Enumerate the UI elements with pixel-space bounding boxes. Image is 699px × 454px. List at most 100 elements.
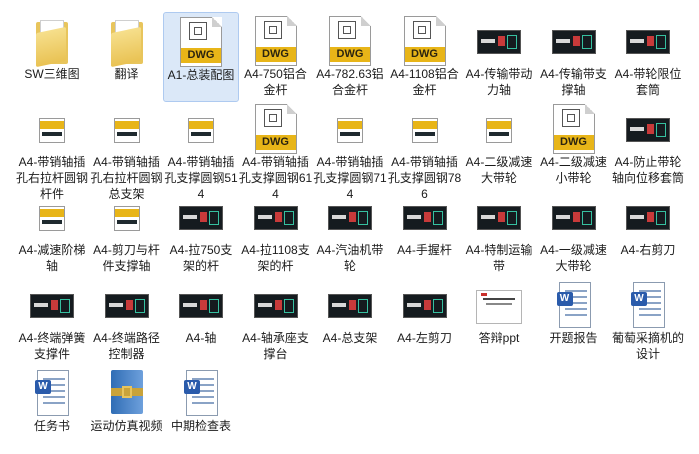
file-item[interactable]: DWG A4-1108铝合金杆	[387, 12, 463, 102]
dwg-badge: DWG	[181, 48, 221, 63]
file-item[interactable]: W 葡萄采摘机的设计	[610, 276, 686, 366]
file-label: A4-终端弹簧支撑件	[18, 331, 86, 361]
file-item[interactable]: W 中期检查表	[163, 364, 239, 454]
file-label: 翻译	[114, 67, 139, 81]
file-item[interactable]: A4-汽油机带轮	[312, 188, 388, 278]
file-item[interactable]: SW三维图	[14, 12, 90, 102]
file-item[interactable]: A4-带销轴插孔右拉杆圆钢总支架	[89, 100, 165, 201]
file-label: A4-782.63铝合金杆	[316, 67, 384, 97]
file-label: A4-拉1108支架的杆	[241, 243, 310, 273]
file-item[interactable]: A4-带轮限位套筒	[610, 12, 686, 102]
cad-thumbnail-icon	[477, 30, 521, 54]
cad-thumbnail-icon	[477, 206, 521, 230]
file-item[interactable]: DWG A1-总装配图	[163, 12, 239, 102]
cad-thumbnail-icon	[402, 206, 447, 230]
file-item[interactable]: DWG A4-750铝合金杆	[238, 12, 314, 102]
file-label: A4-传输带动力轴	[465, 67, 533, 97]
dwg-file-icon: DWG	[329, 16, 371, 66]
file-label: A4-右剪刀	[620, 243, 676, 257]
file-label: A4-总支架	[322, 331, 378, 345]
ppt-thumbnail-icon	[476, 290, 522, 324]
dwg-small-icon	[39, 206, 65, 231]
file-item[interactable]: A4-防止带轮轴向位移套筒	[610, 100, 686, 190]
file-item[interactable]: A4-左剪刀	[387, 276, 463, 366]
file-item[interactable]: DWG A4-带销轴插孔支撑圆钢614	[238, 100, 314, 201]
file-item[interactable]: W 开题报告	[536, 276, 612, 366]
word-doc-icon: W	[631, 282, 665, 328]
file-label: A4-左剪刀	[397, 331, 452, 345]
file-label: SW三维图	[24, 67, 80, 81]
file-label: 中期检查表	[170, 419, 231, 433]
cad-thumbnail-icon	[626, 30, 670, 54]
dwg-badge: DWG	[255, 135, 296, 150]
dwg-small-icon	[337, 118, 363, 143]
cad-thumbnail-icon	[626, 206, 670, 230]
file-item[interactable]: A4-终端弹簧支撑件	[14, 276, 90, 366]
file-item[interactable]: A4-轴承座支撑台	[238, 276, 314, 366]
cad-thumbnail-icon	[30, 294, 74, 318]
file-item[interactable]: A4-拉750支架的杆	[163, 188, 239, 278]
file-label: A4-终端路径控制器	[93, 331, 160, 361]
file-label: A4-轴	[185, 331, 217, 345]
file-label: A4-750铝合金杆	[244, 67, 307, 97]
file-item[interactable]: DWG A4-782.63铝合金杆	[312, 12, 388, 102]
file-label: A4-减速阶梯轴	[18, 243, 86, 273]
dwg-file-icon: DWG	[180, 17, 222, 67]
word-doc-icon: W	[35, 370, 69, 416]
file-item[interactable]: A4-右剪刀	[610, 188, 686, 278]
cad-thumbnail-icon	[402, 294, 447, 318]
cad-thumbnail-icon	[104, 294, 149, 318]
dwg-file-icon: DWG	[254, 16, 297, 66]
cad-thumbnail-icon	[179, 206, 223, 230]
file-label: A4-轴承座支撑台	[242, 331, 309, 361]
file-label: A4-二级减速大带轮	[465, 155, 533, 185]
file-label: A4-二级减速小带轮	[540, 155, 607, 185]
file-item[interactable]: A4-传输带动力轴	[461, 12, 537, 102]
file-label: A4-防止带轮轴向位移套筒	[611, 155, 684, 185]
file-item[interactable]: A4-轴	[163, 276, 239, 366]
file-item[interactable]: A4-拉1108支架的杆	[238, 188, 314, 278]
file-label: 任务书	[33, 419, 70, 433]
file-item[interactable]: A4-减速阶梯轴	[14, 188, 90, 278]
file-item[interactable]: A4-二级减速大带轮	[461, 100, 537, 190]
file-item[interactable]: A4-特制运输带	[461, 188, 537, 278]
file-item[interactable]: A4-总支架	[312, 276, 388, 366]
file-label: A4-一级减速大带轮	[540, 243, 607, 273]
file-item[interactable]: A4-传输带支撑轴	[536, 12, 612, 102]
cad-thumbnail-icon	[551, 206, 596, 230]
file-item[interactable]: A4-带销轴插孔右拉杆圆钢杆件	[14, 100, 90, 201]
dwg-small-icon	[486, 118, 512, 143]
dwg-small-icon	[113, 118, 140, 143]
file-label: A4-汽油机带轮	[316, 243, 384, 273]
dwg-badge: DWG	[404, 47, 445, 62]
file-item[interactable]: W 任务书	[14, 364, 90, 454]
word-doc-icon: W	[184, 370, 218, 416]
file-label: A4-带轮限位套筒	[614, 67, 682, 97]
file-label: A4-1108铝合金杆	[390, 67, 459, 97]
file-item[interactable]: 答辩ppt	[461, 276, 537, 366]
file-label: 运动仿真视频	[90, 419, 163, 433]
cad-thumbnail-icon	[626, 118, 670, 142]
cad-thumbnail-icon	[551, 30, 596, 54]
file-label: 葡萄采摘机的设计	[611, 331, 684, 361]
file-item[interactable]: 运动仿真视频	[89, 364, 165, 454]
dwg-small-icon	[411, 118, 438, 143]
file-item[interactable]: A4-终端路径控制器	[89, 276, 165, 366]
file-label: 答辩ppt	[478, 331, 520, 345]
file-item[interactable]: 翻译	[89, 12, 165, 102]
cad-thumbnail-icon	[328, 294, 372, 318]
file-item[interactable]: A4-手握杆	[387, 188, 463, 278]
dwg-file-icon: DWG	[403, 16, 446, 66]
file-item[interactable]: A4-带销轴插孔支撑圆钢514	[163, 100, 239, 201]
dwg-badge: DWG	[553, 135, 594, 150]
archive-icon	[109, 370, 145, 416]
cad-thumbnail-icon	[179, 294, 223, 318]
file-item[interactable]: DWG A4-二级减速小带轮	[536, 100, 612, 190]
file-item[interactable]: A4-一级减速大带轮	[536, 188, 612, 278]
file-label: A4-手握杆	[397, 243, 452, 257]
file-label: A4-拉750支架的杆	[169, 243, 233, 273]
file-item[interactable]: A4-带销轴插孔支撑圆钢714	[312, 100, 388, 201]
file-item[interactable]: A4-带销轴插孔支撑圆钢786	[387, 100, 463, 201]
file-item[interactable]: A4-剪刀与杆件支撑轴	[89, 188, 165, 278]
word-doc-icon: W	[556, 282, 591, 328]
